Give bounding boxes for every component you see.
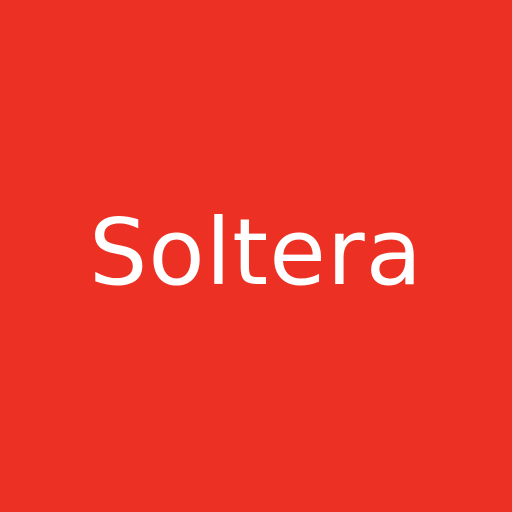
brand-wordmark: Soltera — [88, 199, 424, 306]
app-icon-tile: Soltera — [0, 0, 512, 512]
